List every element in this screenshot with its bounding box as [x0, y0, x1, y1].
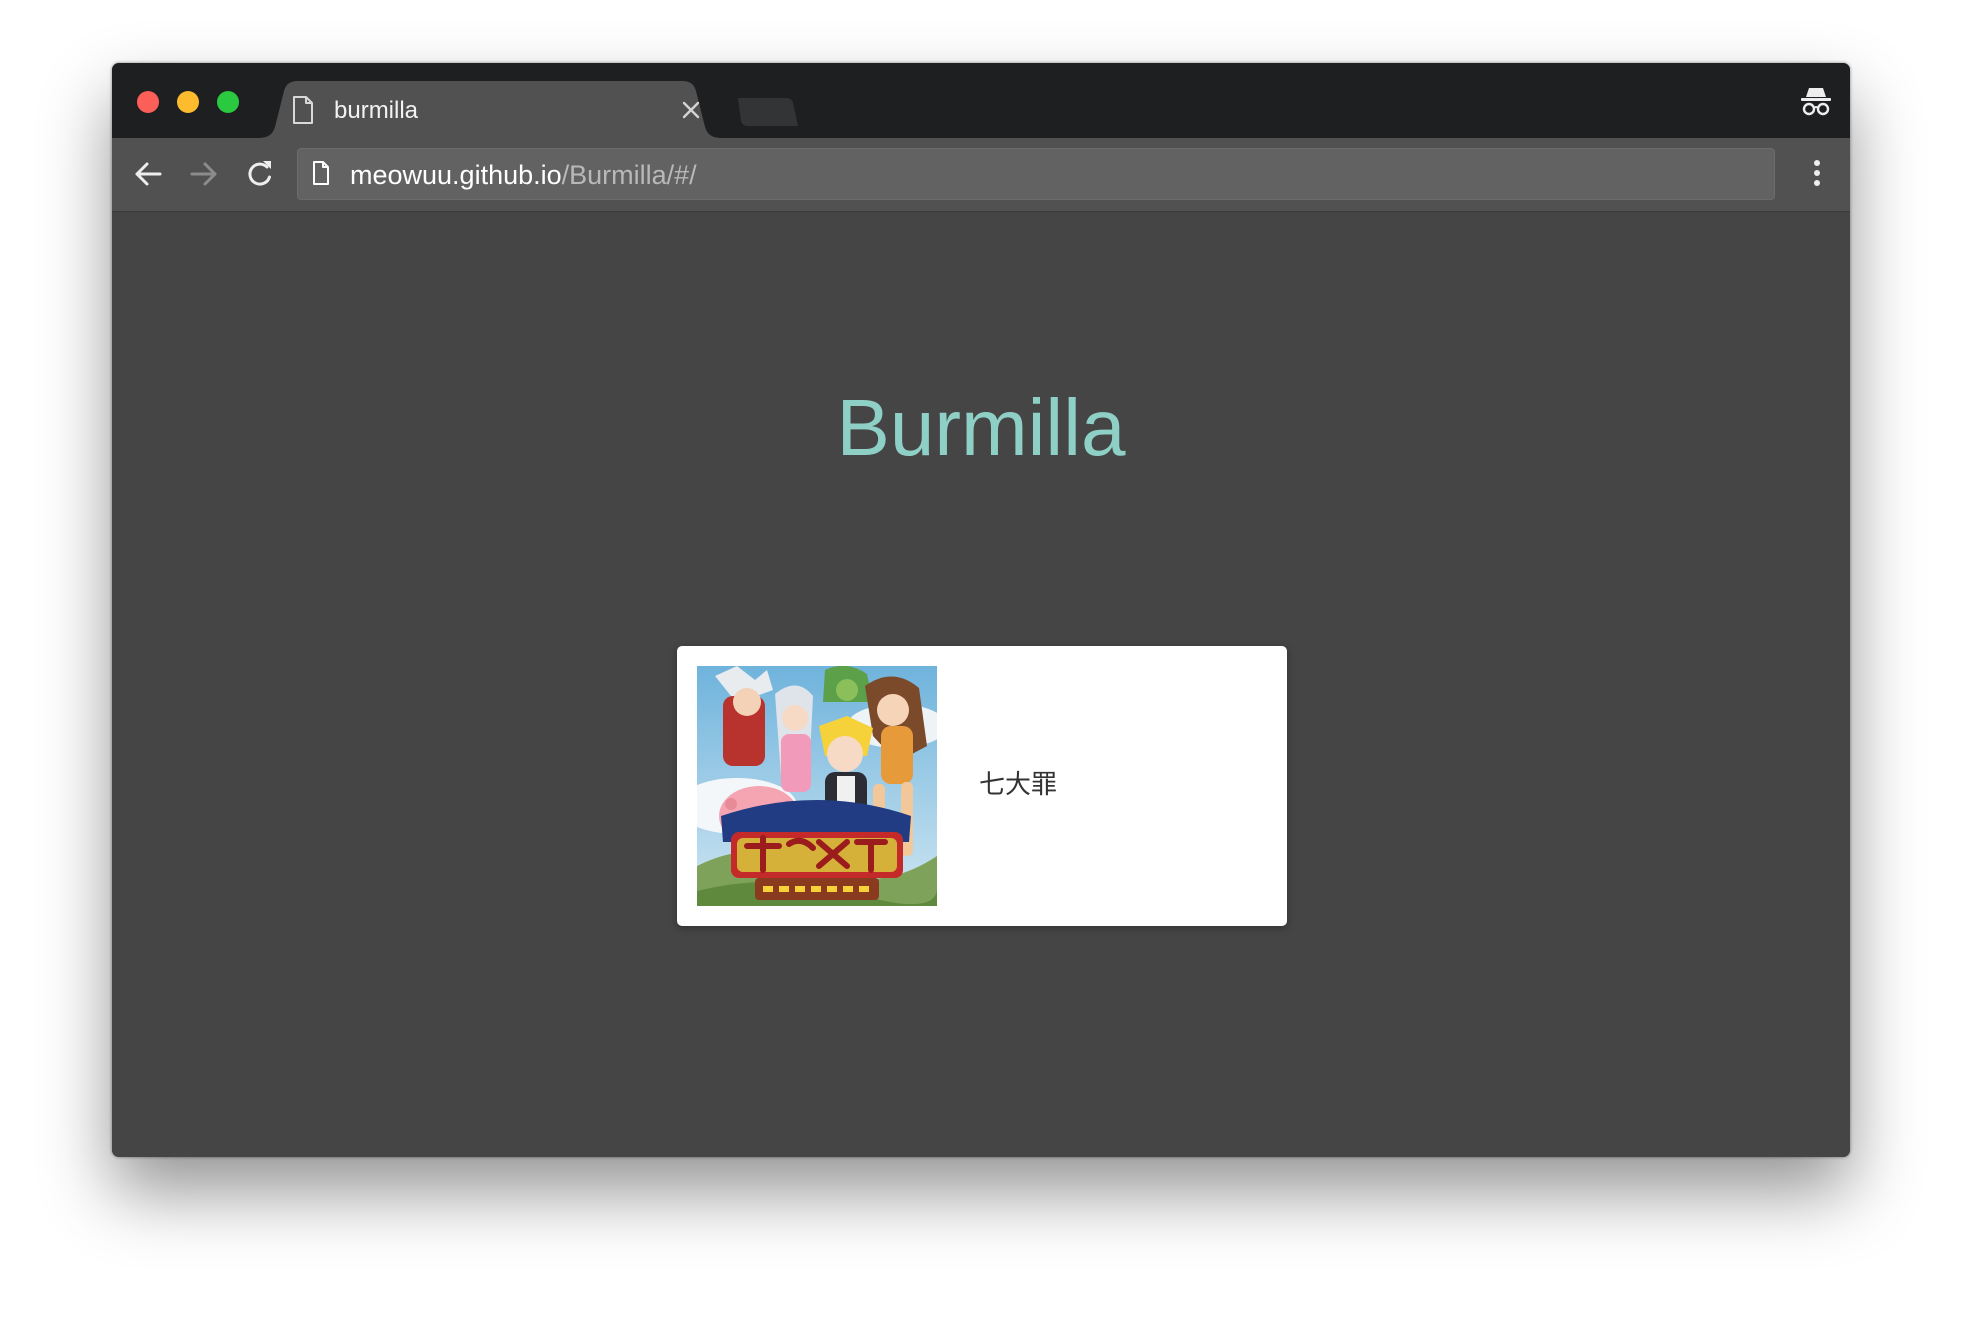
arrow-right-icon[interactable]	[188, 158, 220, 190]
page-icon	[313, 161, 329, 185]
close-icon[interactable]	[682, 101, 700, 119]
url-host: meowuu.github.io	[350, 160, 562, 190]
window-minimize-button[interactable]	[177, 91, 199, 113]
arrow-left-icon[interactable]	[132, 158, 164, 190]
anime-cover-image	[697, 666, 937, 906]
url-path: /Burmilla/#/	[561, 160, 697, 190]
tab-background	[258, 81, 722, 138]
cover-art	[697, 666, 937, 906]
browser-window: burmilla meowuu.github.io/Burmilla/#/ Bu…	[112, 63, 1850, 1157]
window-close-button[interactable]	[137, 91, 159, 113]
reload-icon[interactable]	[244, 158, 276, 190]
window-maximize-button[interactable]	[217, 91, 239, 113]
vertical-dots-icon[interactable]	[1812, 158, 1822, 190]
card-title: 七大罪	[979, 770, 1058, 800]
page-icon	[293, 96, 313, 124]
title-bar: burmilla	[112, 63, 1850, 138]
page-title: Burmilla	[836, 383, 1126, 472]
page-content: Burmilla 七大罪	[112, 212, 1850, 1157]
url-text: meowuu.github.io/Burmilla/#/	[350, 159, 697, 191]
address-bar[interactable]: meowuu.github.io/Burmilla/#/	[297, 148, 1775, 200]
incognito-icon	[1801, 88, 1831, 116]
anime-card[interactable]: 七大罪	[677, 646, 1287, 926]
tab-burmilla[interactable]: burmilla	[258, 81, 722, 138]
browser-toolbar: meowuu.github.io/Burmilla/#/	[112, 138, 1850, 212]
tab-title: burmilla	[334, 97, 419, 124]
new-tab-button[interactable]	[734, 96, 800, 128]
